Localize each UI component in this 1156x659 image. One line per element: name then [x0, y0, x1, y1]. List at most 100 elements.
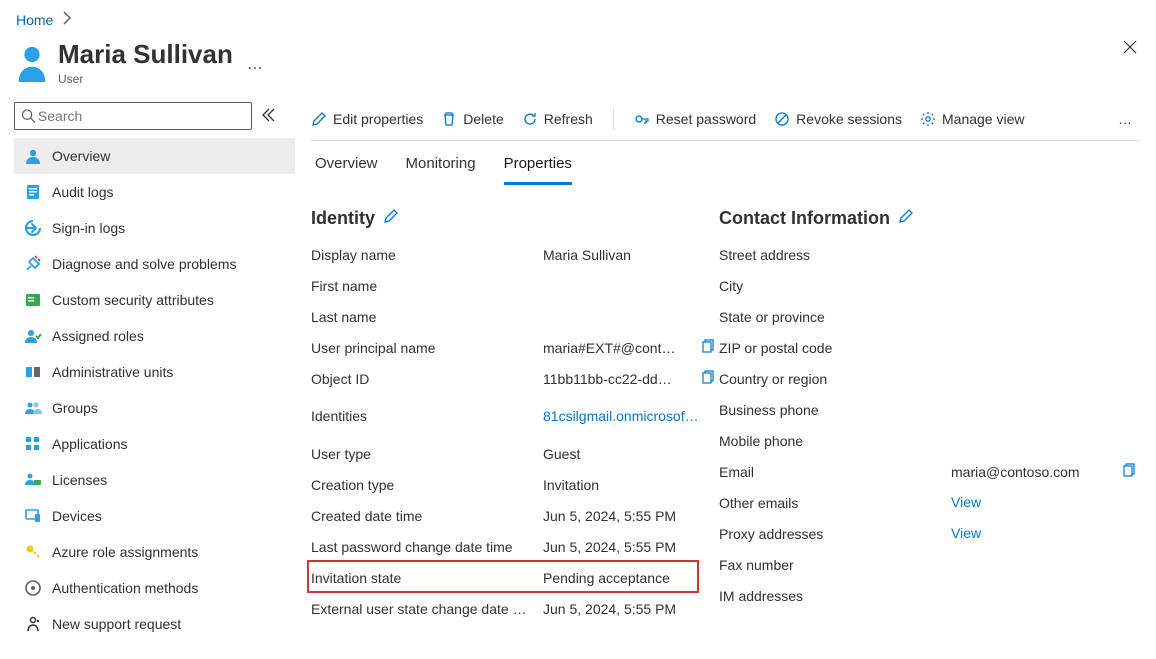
reset-password-button[interactable]: Reset password: [634, 111, 756, 127]
toolbar-more-button[interactable]: …: [1112, 111, 1140, 127]
view-proxy-link[interactable]: View: [951, 524, 1120, 543]
contact-section-title: Contact Information: [719, 208, 1140, 229]
manage-view-button[interactable]: Manage view: [920, 111, 1025, 127]
sidebar-item-label: Audit logs: [52, 184, 113, 200]
page-header: Maria Sullivan User …: [0, 35, 1156, 98]
toolbar-separator: [613, 108, 614, 130]
sidebar-item-label: Applications: [52, 436, 128, 452]
support-icon: [24, 615, 42, 633]
sidebar-item-label: Authentication methods: [52, 580, 198, 596]
sidebar-item-label: Groups: [52, 400, 98, 416]
edit-identity-button[interactable]: [383, 208, 399, 229]
log-icon: [24, 183, 42, 201]
security-attr-icon: [24, 291, 42, 309]
sidebar-item-label: Licenses: [52, 472, 107, 488]
signin-icon: [24, 219, 42, 237]
field-fax: Fax number: [719, 549, 1140, 580]
edit-properties-button[interactable]: Edit properties: [311, 111, 423, 127]
gear-icon: [920, 111, 936, 127]
field-user-type: User typeGuest: [311, 438, 719, 469]
sidebar-item-support[interactable]: New support request: [14, 606, 295, 642]
field-zip: ZIP or postal code: [719, 332, 1140, 363]
refresh-icon: [522, 111, 538, 127]
sidebar-item-applications[interactable]: Applications: [14, 426, 295, 462]
apps-icon: [24, 435, 42, 453]
field-city: City: [719, 270, 1140, 301]
user-avatar-icon: [16, 44, 48, 82]
toolbar-label: Reset password: [656, 111, 756, 127]
tab-monitoring[interactable]: Monitoring: [406, 155, 476, 184]
field-ext-change: External user state change date …Jun 5, …: [311, 593, 719, 624]
sidebar-item-assigned-roles[interactable]: Assigned roles: [14, 318, 295, 354]
pencil-icon: [898, 208, 914, 224]
search-box[interactable]: [14, 102, 252, 130]
breadcrumb: Home: [0, 0, 1156, 35]
field-country: Country or region: [719, 363, 1140, 394]
sidebar-item-label: Azure role assignments: [52, 544, 198, 560]
more-button[interactable]: …: [247, 56, 265, 74]
sidebar-item-label: Administrative units: [52, 364, 173, 380]
field-object-id: Object ID11bb11bb-cc22-dd…: [311, 363, 719, 394]
sidebar-item-label: Custom security attributes: [52, 292, 214, 308]
sidebar-item-diagnose[interactable]: Diagnose and solve problems: [14, 246, 295, 282]
field-first-name: First name: [311, 270, 719, 301]
toolbar-label: Edit properties: [333, 111, 423, 127]
identity-section-title: Identity: [311, 208, 719, 229]
sidebar-item-azure-role[interactable]: Azure role assignments: [14, 534, 295, 570]
tab-overview[interactable]: Overview: [315, 155, 378, 184]
delete-button[interactable]: Delete: [441, 111, 503, 127]
field-identities: Identities81csilgmail.onmicrosoft.com: [311, 394, 719, 438]
sidebar-item-groups[interactable]: Groups: [14, 390, 295, 426]
chevron-right-icon: [59, 10, 75, 29]
sidebar-item-auth-methods[interactable]: Authentication methods: [14, 570, 295, 606]
copy-email-button[interactable]: [1120, 462, 1140, 481]
field-proxy: Proxy addressesView: [719, 518, 1140, 549]
field-creation-type: Creation typeInvitation: [311, 469, 719, 500]
field-mobile: Mobile phone: [719, 425, 1140, 456]
field-pwd-change: Last password change date timeJun 5, 202…: [311, 531, 719, 562]
search-input[interactable]: [36, 107, 245, 125]
sidebar-item-label: Sign-in logs: [52, 220, 125, 236]
sidebar-item-devices[interactable]: Devices: [14, 498, 295, 534]
copy-objectid-button[interactable]: [699, 369, 719, 388]
sidebar-item-audit-logs[interactable]: Audit logs: [14, 174, 295, 210]
refresh-button[interactable]: Refresh: [522, 111, 593, 127]
trash-icon: [441, 111, 457, 127]
revoke-icon: [774, 111, 790, 127]
toolbar: Edit properties Delete Refresh Reset pas…: [311, 98, 1140, 141]
identities-link[interactable]: 81csilgmail.onmicrosoft.com: [543, 407, 699, 426]
copy-upn-button[interactable]: [699, 338, 719, 357]
sidebar-item-label: New support request: [52, 616, 181, 632]
admin-units-icon: [24, 363, 42, 381]
user-icon: [24, 147, 42, 165]
breadcrumb-home[interactable]: Home: [16, 12, 53, 28]
key-reset-icon: [634, 111, 650, 127]
copy-icon: [1120, 462, 1136, 478]
view-other-emails-link[interactable]: View: [951, 493, 1120, 512]
sidebar-item-admin-units[interactable]: Administrative units: [14, 354, 295, 390]
revoke-sessions-button[interactable]: Revoke sessions: [774, 111, 902, 127]
sidebar-item-label: Overview: [52, 148, 110, 164]
sidebar-item-custom-security[interactable]: Custom security attributes: [14, 282, 295, 318]
sidebar-item-signin-logs[interactable]: Sign-in logs: [14, 210, 295, 246]
field-other-emails: Other emailsView: [719, 487, 1140, 518]
sidebar-item-licenses[interactable]: Licenses: [14, 462, 295, 498]
copy-icon: [699, 338, 715, 354]
field-invitation-state: Invitation statePending acceptance: [311, 562, 719, 593]
pencil-icon: [383, 208, 399, 224]
key-icon: [24, 543, 42, 561]
close-button[interactable]: [1122, 39, 1138, 58]
collapse-sidebar-button[interactable]: [260, 107, 276, 126]
tabs: Overview Monitoring Properties: [311, 141, 1140, 184]
tab-properties[interactable]: Properties: [504, 155, 572, 185]
field-upn: User principal namemaria#EXT#@cont…: [311, 332, 719, 363]
sidebar-item-overview[interactable]: Overview: [14, 138, 295, 174]
edit-contact-button[interactable]: [898, 208, 914, 229]
field-biz-phone: Business phone: [719, 394, 1140, 425]
content: Edit properties Delete Refresh Reset pas…: [295, 98, 1156, 659]
diagnose-icon: [24, 255, 42, 273]
roles-icon: [24, 327, 42, 345]
auth-icon: [24, 579, 42, 597]
page-title: Maria Sullivan: [58, 39, 233, 70]
field-email: Emailmaria@contoso.com: [719, 456, 1140, 487]
